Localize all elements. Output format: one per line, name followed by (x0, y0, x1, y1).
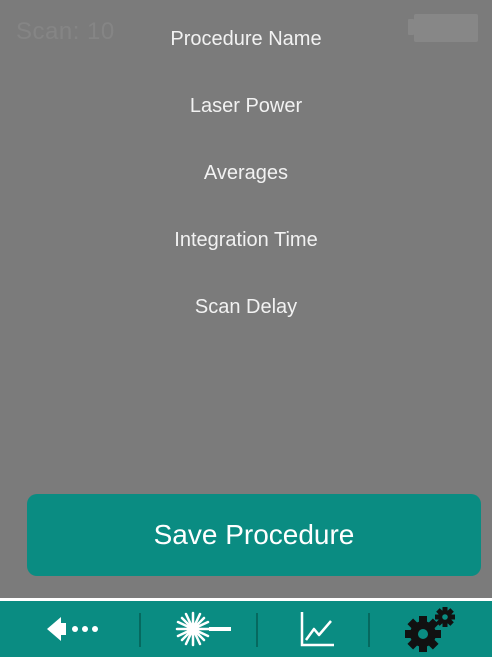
back-button[interactable] (23, 601, 133, 657)
nav-divider (256, 613, 258, 647)
laser-icon (175, 611, 231, 647)
save-procedure-button[interactable]: Save Procedure (27, 494, 481, 576)
menu-item-integration-time[interactable]: Integration Time (0, 229, 492, 252)
chart-button[interactable] (262, 601, 372, 657)
menu-item-procedure-name[interactable]: Procedure Name (0, 28, 492, 51)
back-arrow-icon (47, 617, 98, 641)
menu-item-scan-delay[interactable]: Scan Delay (0, 296, 492, 319)
menu-item-laser-power[interactable]: Laser Power (0, 95, 492, 118)
chart-icon (300, 612, 334, 647)
bottom-nav (0, 598, 492, 657)
nav-divider (368, 613, 370, 647)
menu-item-averages[interactable]: Averages (0, 162, 492, 185)
settings-button[interactable] (376, 601, 486, 657)
settings-gears-icon (405, 607, 455, 652)
laser-button[interactable] (145, 601, 255, 657)
nav-divider (139, 613, 141, 647)
